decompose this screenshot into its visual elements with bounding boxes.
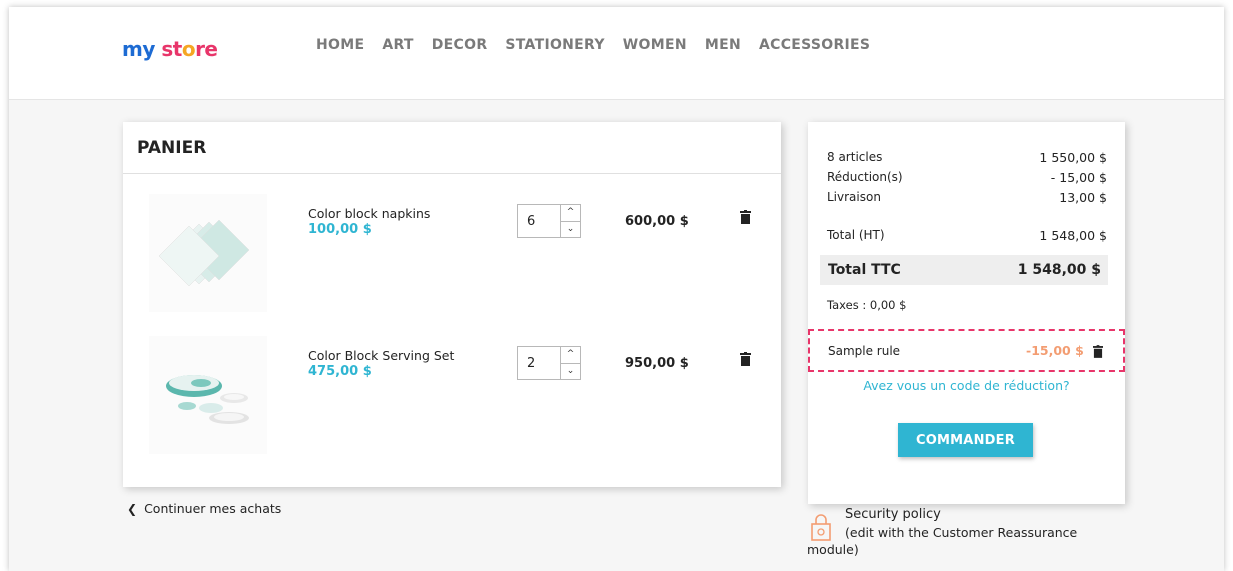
page-frame: my store HOME ART DECOR STATIONERY WOMEN…	[9, 7, 1224, 571]
trash-icon[interactable]	[740, 352, 751, 366]
chevron-left-icon: ❮	[127, 501, 138, 516]
serving-set-image[interactable]	[149, 336, 267, 454]
cart-rule-row: Sample rule -15,00 $	[808, 329, 1125, 372]
quantity-stepper[interactable]: 2 ^ ⌄	[517, 346, 581, 380]
continue-shopping-link[interactable]: ❮ Continuer mes achats	[127, 501, 281, 516]
nav-home[interactable]: HOME	[316, 37, 364, 53]
quantity-stepper[interactable]: 6 ^ ⌄	[517, 204, 581, 238]
line-total: 950,00 $	[625, 356, 689, 371]
product-name[interactable]: Color block napkins	[308, 206, 430, 221]
summary-reduction: Réduction(s) - 15,00 $	[827, 170, 1107, 185]
quantity-input[interactable]: 6	[518, 205, 560, 237]
quantity-input[interactable]: 2	[518, 347, 560, 379]
cart-line: Color Block Serving Set 475,00 $ 2 ^ ⌄ 9…	[123, 336, 781, 456]
cart-title: PANIER	[123, 122, 781, 174]
line-total: 600,00 $	[625, 214, 689, 229]
product-name[interactable]: Color Block Serving Set	[308, 348, 454, 363]
continue-shopping-label: Continuer mes achats	[144, 501, 282, 516]
trash-icon[interactable]	[1093, 345, 1103, 358]
summary-articles: 8 articles 1 550,00 $	[827, 150, 1107, 165]
cart-summary: 8 articles 1 550,00 $ Réduction(s) - 15,00…	[808, 122, 1125, 504]
promo-code-link[interactable]: Avez vous un code de réduction?	[808, 378, 1125, 393]
site-header: my store HOME ART DECOR STATIONERY WOMEN…	[9, 7, 1224, 100]
product-unit-price: 100,00 $	[308, 222, 372, 237]
nav-men[interactable]: MEN	[705, 37, 741, 53]
rule-discount-value: -15,00 $	[1026, 343, 1084, 358]
summary-shipping: Livraison 13,00 $	[827, 190, 1107, 205]
nav-art[interactable]: ART	[382, 37, 413, 53]
napkins-image[interactable]	[149, 194, 267, 312]
chevron-down-icon[interactable]: ⌄	[561, 362, 580, 380]
cart-line: Color block napkins 100,00 $ 6 ^ ⌄ 600,0…	[123, 194, 781, 314]
summary-total-ht: Total (HT) 1 548,00 $	[827, 228, 1107, 243]
cart-panel: PANIER Color block napkins 100,00 $ 6 ^ …	[123, 122, 781, 487]
nav-decor[interactable]: DECOR	[432, 37, 488, 53]
summary-total-ttc: Total TTC 1 548,00 $	[820, 255, 1108, 285]
main-nav: HOME ART DECOR STATIONERY WOMEN MEN ACCE…	[316, 37, 888, 53]
trash-icon[interactable]	[740, 210, 751, 224]
nav-accessories[interactable]: ACCESSORIES	[759, 37, 870, 53]
chevron-up-icon[interactable]: ^	[561, 205, 580, 221]
reassurance-title: Security policy	[845, 507, 941, 522]
store-logo[interactable]: my store	[122, 37, 218, 61]
reassurance-subtitle: (edit with the Customer Reassurance modu…	[807, 525, 1078, 557]
nav-stationery[interactable]: STATIONERY	[505, 37, 604, 53]
product-unit-price: 475,00 $	[308, 364, 372, 379]
rule-name: Sample rule	[828, 344, 901, 358]
checkout-button[interactable]: COMMANDER	[898, 423, 1033, 457]
chevron-up-icon[interactable]: ^	[561, 347, 580, 363]
nav-women[interactable]: WOMEN	[623, 37, 687, 53]
chevron-down-icon[interactable]: ⌄	[561, 220, 580, 238]
summary-taxes: Taxes : 0,00 $	[827, 298, 907, 312]
